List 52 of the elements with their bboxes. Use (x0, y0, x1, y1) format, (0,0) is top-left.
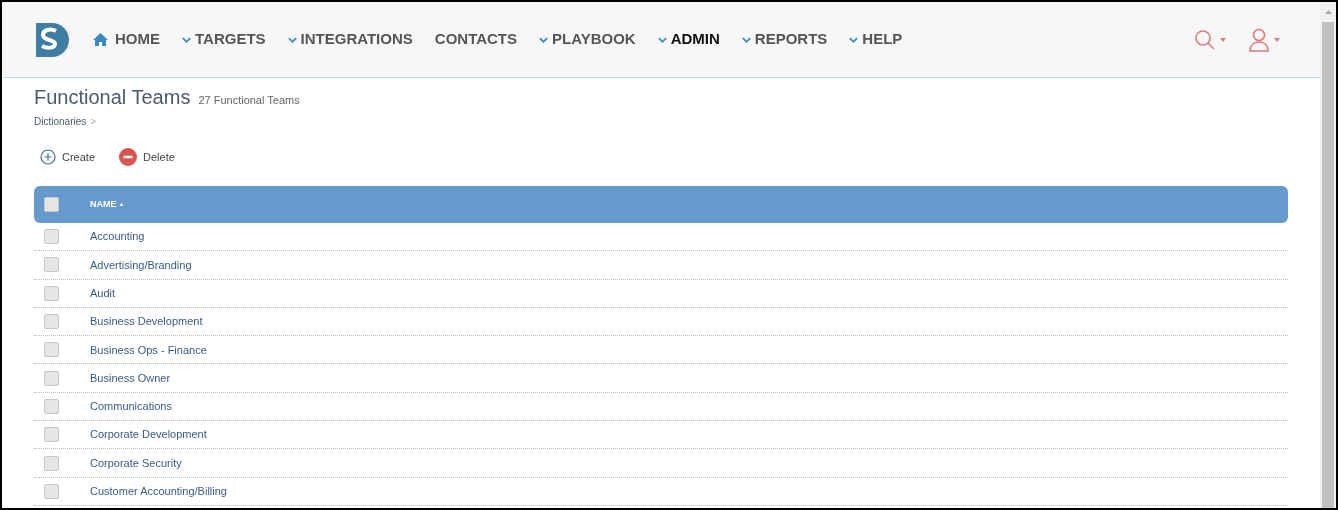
chevron-icon (657, 36, 667, 43)
search-button[interactable] (1194, 28, 1226, 51)
checkbox[interactable] (44, 197, 59, 212)
table-cell-text: Advertising/Branding (90, 257, 192, 273)
minus-circle-icon (119, 148, 138, 166)
chevron-icon (287, 36, 297, 43)
caret-icon (1220, 37, 1226, 42)
user-menu-button[interactable] (1248, 27, 1280, 52)
nav-link[interactable]: INTEGRATIONS (287, 28, 413, 51)
chevron-icon (849, 36, 859, 43)
table-cell-text: Business Development (90, 314, 203, 330)
table-cell-text: Corporate Development (90, 427, 207, 443)
page-title: Functional Teams (34, 85, 191, 110)
checkbox[interactable] (44, 370, 59, 386)
table-cell-text: Customer Accounting/Billing (90, 484, 227, 500)
nav-link[interactable]: ADMIN (657, 28, 720, 51)
table-cell-text: Corporate Security (90, 455, 182, 471)
table-cell-text: Communications (90, 399, 172, 415)
checkbox[interactable] (44, 285, 59, 301)
breadcrumb-link[interactable]: Dictionaries (34, 114, 87, 129)
checkbox[interactable] (44, 257, 59, 273)
user-icon (1248, 27, 1270, 52)
table-cell-text: Audit (90, 286, 116, 301)
nav-link[interactable]: CONTACTS (434, 28, 517, 51)
chevron-icon (741, 36, 751, 43)
create-button[interactable]: Create (40, 148, 96, 166)
table-cell-text: Business Ops - Finance (90, 342, 207, 358)
nav-link[interactable]: TARGETS (182, 28, 266, 51)
scrollbar[interactable] (1320, 2, 1336, 508)
checkbox[interactable] (44, 229, 59, 245)
nav-link[interactable]: PLAYBOOK (539, 28, 636, 51)
home-icon (92, 32, 109, 47)
delete-button[interactable]: Delete (119, 148, 175, 166)
scroll-up-icon (1324, 10, 1332, 14)
breadcrumb-separator: > (90, 115, 97, 129)
nav-link[interactable]: HOME (92, 28, 160, 51)
table-cell-text: Accounting (90, 229, 145, 245)
table-cell-text: Business Owner (90, 370, 171, 386)
nav-link[interactable]: HELP (849, 28, 903, 51)
checkbox[interactable] (44, 342, 59, 358)
caret-icon (1274, 37, 1280, 42)
plus-circle-icon (40, 149, 56, 165)
search-icon (1194, 28, 1216, 51)
item-count: 27 Functional Teams (198, 93, 300, 108)
checkbox[interactable] (44, 398, 59, 414)
checkbox[interactable] (44, 427, 59, 443)
chevron-icon (539, 36, 548, 43)
checkbox[interactable] (44, 483, 59, 499)
nav-link[interactable]: REPORTS (741, 28, 828, 51)
checkbox[interactable] (44, 314, 59, 330)
checkbox[interactable] (44, 455, 59, 471)
chevron-icon (182, 36, 191, 43)
